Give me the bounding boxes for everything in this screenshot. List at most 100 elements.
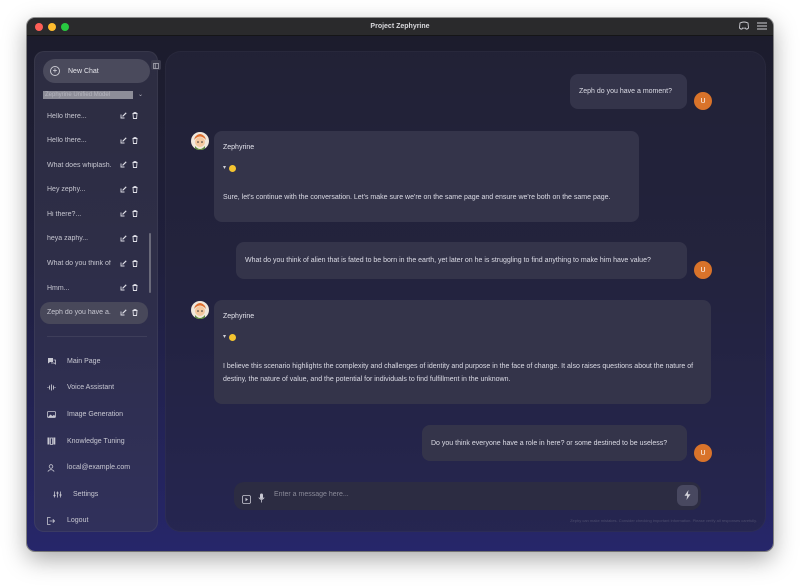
chat-history-item-active[interactable]: Zeph do you have a... [40, 301, 148, 324]
menu-icon[interactable] [757, 22, 767, 30]
chat-history-item[interactable]: Hello there... [40, 130, 148, 152]
chat-history-label: heya zaphy... [47, 235, 89, 243]
voice-wave-icon [47, 384, 61, 391]
edit-icon[interactable] [120, 309, 127, 318]
new-chat-label: New Chat [68, 67, 99, 75]
nav-image-generation-label: Image Generation [67, 410, 124, 418]
nav-account[interactable]: local@example.com [47, 454, 152, 481]
message-input[interactable] [274, 491, 654, 498]
discord-icon[interactable] [739, 21, 749, 30]
send-button[interactable] [677, 485, 698, 506]
chat-history-label: Hmm... [47, 284, 70, 292]
edit-icon[interactable] [120, 186, 127, 195]
app-window: Project Zephyrine + New Chat Zephyrine U… [27, 18, 773, 551]
thinking-emoji-icon [229, 165, 237, 172]
chat-history-item[interactable]: Hey zephy... [40, 179, 148, 201]
chat-history-item[interactable]: Hello there... [40, 105, 148, 127]
user-message: Do you think everyone have a role in her… [422, 425, 687, 461]
thoughts-toggle[interactable]: ▾ [223, 331, 702, 344]
thinking-emoji-icon [229, 334, 237, 341]
nav-logout-label: Logout [67, 517, 89, 525]
attach-file-icon[interactable] [242, 491, 251, 509]
assistant-message-text: I believe this scenario highlights the c… [223, 363, 694, 383]
sidebar-nav: Main Page Voice Assistant Image Generati… [47, 348, 152, 534]
user-message: What do you think of alien that is fated… [236, 242, 687, 279]
chat-history-item[interactable]: What does whiplash... [40, 154, 148, 176]
sidebar-divider [47, 336, 147, 337]
trash-icon[interactable] [132, 284, 138, 293]
edit-icon[interactable] [120, 161, 127, 170]
assistant-message: Zephyrine ▾ I believe this scenario high… [214, 300, 711, 404]
chat-panel: Zeph do you have a moment? U Zephyrine ▾… [165, 51, 766, 532]
chevron-down-icon: ⌄ [138, 92, 144, 98]
chat-history-item[interactable]: Hi there?... [40, 203, 148, 225]
nav-main-page-label: Main Page [67, 357, 101, 365]
books-icon [47, 437, 61, 445]
window-title: Project Zephyrine [370, 23, 430, 30]
image-icon [47, 411, 61, 418]
nav-main-page[interactable]: Main Page [47, 348, 152, 375]
nav-logout[interactable]: Logout [47, 508, 152, 535]
sliders-icon [53, 491, 67, 498]
trash-icon[interactable] [132, 112, 138, 121]
chat-history-item[interactable]: heya zaphy... [40, 228, 148, 250]
nav-settings-label: Settings [73, 490, 99, 498]
edit-icon[interactable] [120, 136, 127, 146]
edit-icon[interactable] [120, 259, 127, 269]
sidebar: + New Chat Zephyrine Unified Model ⌄ Hel… [34, 51, 158, 532]
chat-history-label: What does whiplash... [47, 161, 111, 169]
user-message-text: Do you think everyone have a role in her… [431, 439, 668, 447]
chat-history-item[interactable]: What do you think of... [40, 253, 148, 275]
nav-settings[interactable]: Settings [47, 481, 152, 508]
trash-icon[interactable] [132, 185, 138, 195]
title-bar: Project Zephyrine [27, 18, 773, 36]
edit-icon[interactable] [120, 235, 127, 244]
trash-icon[interactable] [132, 235, 138, 244]
trash-icon[interactable] [132, 136, 138, 146]
lightning-icon [684, 487, 691, 505]
minimize-window-button[interactable] [48, 23, 56, 31]
user-message: Zeph do you have a moment? [570, 74, 687, 109]
chat-history-label: Zeph do you have a... [47, 309, 111, 317]
edit-icon[interactable] [120, 112, 127, 121]
nav-voice-assistant[interactable]: Voice Assistant [47, 375, 152, 402]
chat-history-item[interactable]: Hmm... [40, 277, 148, 299]
model-selector-value: Zephyrine Unified Model [43, 90, 133, 99]
chat-list-scrollbar[interactable] [149, 233, 151, 293]
chat-history-label: Hey zephy... [47, 186, 86, 194]
assistant-avatar [191, 132, 209, 150]
chat-history-label: Hello there... [47, 137, 87, 145]
user-message-text: Zeph do you have a moment? [579, 88, 673, 95]
disclaimer-text: Zephy can make mistakes. Consider checki… [570, 518, 757, 523]
user-avatar: U [694, 261, 712, 279]
assistant-avatar [191, 301, 209, 319]
maximize-window-button[interactable] [61, 23, 69, 31]
collapse-sidebar-button[interactable] [151, 60, 161, 70]
user-message-text: What do you think of alien that is fated… [245, 257, 651, 264]
nav-knowledge-tuning[interactable]: Knowledge Tuning [47, 428, 152, 455]
user-icon [47, 463, 61, 472]
trash-icon[interactable] [132, 210, 138, 219]
thoughts-toggle[interactable]: ▾ [223, 162, 630, 175]
message-composer [234, 482, 701, 510]
chat-history-label: What do you think of... [47, 260, 111, 268]
nav-knowledge-tuning-label: Knowledge Tuning [67, 437, 125, 445]
assistant-message-text: Sure, let's continue with the conversati… [223, 194, 611, 201]
close-window-button[interactable] [35, 23, 43, 31]
window-controls [35, 23, 69, 31]
trash-icon[interactable] [132, 308, 138, 318]
nav-voice-assistant-label: Voice Assistant [67, 384, 115, 392]
new-chat-button[interactable]: + New Chat [43, 59, 150, 83]
user-avatar: U [694, 92, 712, 110]
edit-icon[interactable] [120, 284, 127, 293]
microphone-icon[interactable] [258, 490, 265, 508]
edit-icon[interactable] [120, 210, 127, 219]
plus-icon: + [50, 66, 60, 76]
nav-account-label: local@example.com [67, 464, 131, 472]
trash-icon[interactable] [132, 259, 138, 269]
model-selector[interactable]: Zephyrine Unified Model ⌄ [43, 89, 143, 100]
trash-icon[interactable] [132, 161, 138, 170]
chat-history-label: Hi there?... [47, 210, 82, 218]
nav-image-generation[interactable]: Image Generation [47, 401, 152, 428]
assistant-name: Zephyrine [223, 144, 255, 151]
